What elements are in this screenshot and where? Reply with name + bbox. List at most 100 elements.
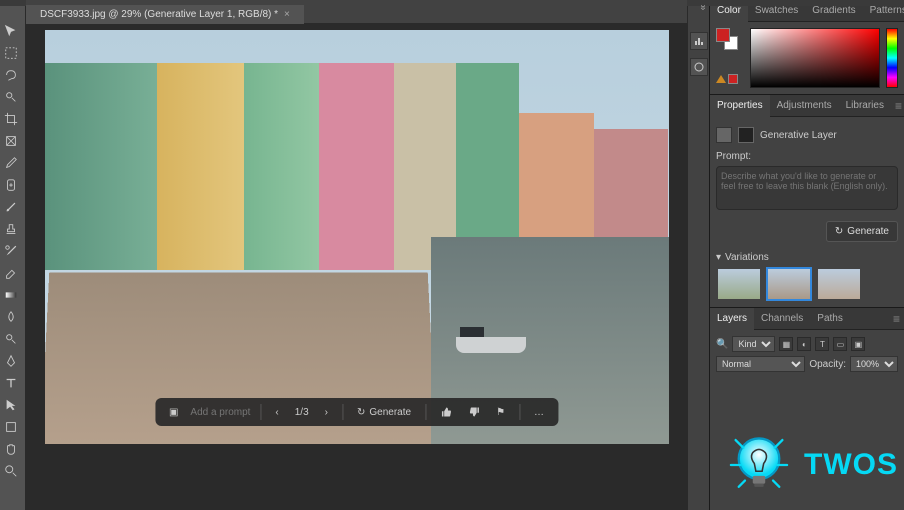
variation-thumb-2[interactable] [766,267,812,301]
filter-adjust-icon[interactable]: ◐ [797,337,811,351]
brush-tool[interactable] [0,196,22,218]
move-tool[interactable] [0,20,22,42]
frame-tool[interactable] [0,130,22,152]
thumbs-down-button[interactable] [464,404,484,420]
dock-icon-info[interactable] [690,58,708,76]
layer-kind-icon [716,127,732,143]
tab-channels[interactable]: Channels [754,308,810,329]
gamut-warning[interactable] [716,74,744,84]
document-tab[interactable]: DSCF3933.jpg @ 29% (Generative Layer 1, … [26,5,304,24]
variation-thumb-3[interactable] [816,267,862,301]
dock-icon-histogram[interactable] [690,32,708,50]
prompt-input[interactable] [190,407,250,418]
toolbar-left [0,0,26,510]
generate-button[interactable]: ↻ Generate [353,405,415,420]
generate-button-panel[interactable]: ↻ Generate [826,221,898,242]
layer-filter-row: 🔍 Kind ▦ ◐ T ▭ ▣ [716,336,898,352]
dodge-tool[interactable] [0,328,22,350]
path-select-tool[interactable] [0,394,22,416]
history-brush-tool[interactable] [0,240,22,262]
scene-building [157,63,244,270]
blend-mode-select[interactable]: Normal [716,356,805,372]
document-tab-title: DSCF3933.jpg @ 29% (Generative Layer 1, … [40,9,278,20]
lightbulb-icon [720,426,798,504]
tab-properties[interactable]: Properties [710,95,770,117]
filter-shape-icon[interactable]: ▭ [833,337,847,351]
search-icon: 🔍 [716,339,728,350]
layer-type-label: Generative Layer [760,130,837,141]
color-field[interactable] [750,28,880,88]
refresh-icon: ↻ [357,407,365,418]
warning-swatch [728,74,738,84]
watermark: TWOS [720,426,898,504]
separator [519,404,520,420]
opacity-select[interactable]: 100% [850,356,898,372]
warning-icon [716,75,726,83]
layers-panel-tabs: Layers Channels Paths ≡ [710,308,904,330]
right-dock [687,0,709,510]
refresh-icon: ↻ [835,226,843,237]
tab-libraries[interactable]: Libraries [839,95,891,116]
more-button[interactable]: … [530,405,548,420]
separator [260,404,261,420]
canvas-image[interactable]: ▣ ‹ 1/3 › ↻ Generate ⚑ … [45,30,669,444]
quick-select-tool[interactable] [0,86,22,108]
opacity-label: Opacity: [809,359,846,370]
crop-tool[interactable] [0,108,22,130]
eraser-tool[interactable] [0,262,22,284]
scene-building [519,113,594,245]
panel-menu-button[interactable]: ≡ [891,99,904,113]
document-tab-close[interactable]: × [284,9,290,20]
variation-thumb-1[interactable] [716,267,762,301]
stamp-tool[interactable] [0,218,22,240]
generate-label: Generate [847,226,889,237]
prev-variation-button[interactable]: ‹ [271,405,282,420]
foreground-background-swatch[interactable] [716,28,744,56]
filter-type-icon[interactable]: T [815,337,829,351]
marquee-tool[interactable] [0,42,22,64]
layer-type-row: Generative Layer [716,123,898,147]
filter-pixel-icon[interactable]: ▦ [779,337,793,351]
tab-layers[interactable]: Layers [710,308,754,330]
document-area: DSCF3933.jpg @ 29% (Generative Layer 1, … [26,0,687,510]
shape-tool[interactable] [0,416,22,438]
blur-tool[interactable] [0,306,22,328]
color-panel-body [710,22,904,94]
eyedropper-tool[interactable] [0,152,22,174]
separator [342,404,343,420]
tab-paths[interactable]: Paths [810,308,850,329]
scene-building [45,63,157,270]
thumbs-up-button[interactable] [436,404,456,420]
separator [425,404,426,420]
lasso-tool[interactable] [0,64,22,86]
properties-panel-tabs: Properties Adjustments Libraries ≡ [710,95,904,117]
hand-tool[interactable] [0,438,22,460]
color-swatch-column [716,28,744,84]
prompt-label: Prompt: [716,151,751,162]
hue-slider[interactable] [886,28,898,88]
panel-menu-button[interactable]: ≡ [889,312,904,326]
next-variation-button[interactable]: › [321,405,332,420]
variation-thumbnails [716,267,898,301]
panel-collapse-handle[interactable]: » [698,5,709,11]
scene-building [319,63,394,270]
layer-indicator-icon[interactable]: ▣ [165,405,182,420]
chevron-down-icon: ▾ [716,252,721,263]
layer-filter-select[interactable]: Kind [732,336,775,352]
flag-button[interactable]: ⚑ [492,405,509,420]
filter-smart-icon[interactable]: ▣ [851,337,865,351]
zoom-tool[interactable] [0,460,22,482]
variation-counter: 1/3 [291,405,313,420]
prompt-textarea[interactable] [716,166,898,210]
watermark-text: TWOS [804,448,898,482]
gradient-tool[interactable] [0,284,22,306]
healing-tool[interactable] [0,174,22,196]
variations-header[interactable]: ▾ Variations [716,252,898,263]
canvas-area[interactable]: ▣ ‹ 1/3 › ↻ Generate ⚑ … [26,24,687,510]
tab-adjustments[interactable]: Adjustments [770,95,839,116]
variations-label: Variations [725,252,769,263]
type-tool[interactable] [0,372,22,394]
blend-opacity-row: Normal Opacity: 100% [716,356,898,372]
pen-tool[interactable] [0,350,22,372]
foreground-swatch[interactable] [716,28,730,42]
